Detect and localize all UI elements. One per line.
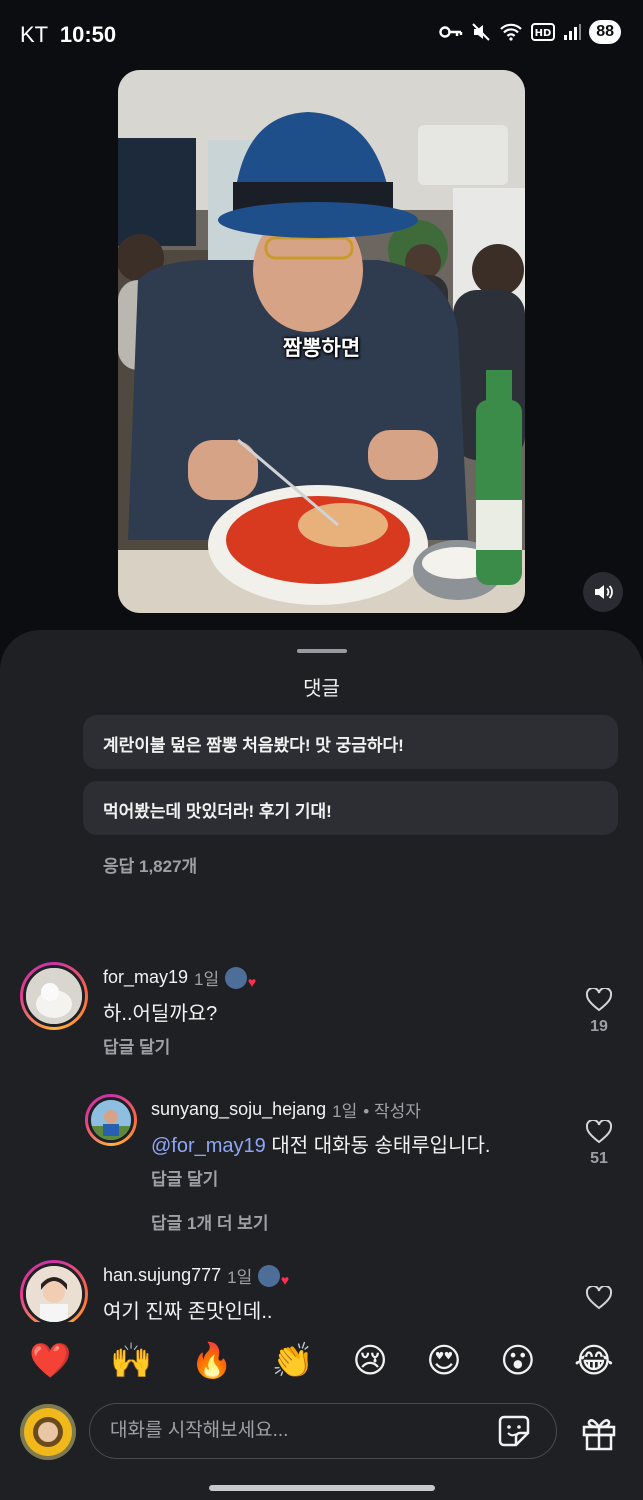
sunflower-avatar-image — [20, 1404, 76, 1460]
status-bar: KT 10:50 HD 88 — [0, 0, 643, 70]
comment-input-wrapper — [89, 1403, 557, 1459]
sheet-drag-handle[interactable] — [297, 649, 347, 653]
comment-text: @for_may19 대전 대화동 송태루입니다. — [151, 1129, 490, 1158]
comment-age: 1일 — [194, 970, 220, 989]
reply-button[interactable]: 답글 달기 — [151, 1165, 218, 1190]
heart-outline-icon[interactable] — [586, 988, 612, 1012]
heart-icon: ♥ — [280, 1271, 290, 1288]
like-count: 19 — [590, 1018, 608, 1035]
emoji-raised-hands-button[interactable]: 🙌 — [110, 1344, 152, 1378]
comment-username[interactable]: for_may19 — [103, 967, 188, 988]
video-player[interactable]: 짬뽕하면 — [118, 70, 525, 613]
comment-username[interactable]: sunyang_soju_hejang — [151, 1099, 326, 1120]
emoji-reaction-bar: ❤️ 🙌 🔥 👏 😢 😍 😮 😂 — [0, 1322, 643, 1400]
emoji-heart-eyes-button[interactable]: 😍 — [426, 1344, 461, 1378]
sticker-icon[interactable] — [496, 1413, 532, 1449]
like-group: 51 — [579, 1120, 619, 1168]
carrier-label: KT — [20, 22, 48, 47]
avatar-image — [26, 968, 82, 1024]
comment-text: 여기 진짜 존맛인데.. — [103, 1301, 273, 1323]
view-more-replies-button[interactable]: 답글 1개 더 보기 — [151, 1209, 268, 1234]
avatar-image — [26, 1266, 82, 1322]
svg-text:HD: HD — [535, 28, 552, 39]
speaker-icon — [595, 585, 613, 599]
creator-liked-badge: ♥ — [258, 1264, 289, 1287]
comment-header: sunyang_soju_hejang 1일 • 작성자 — [151, 1097, 421, 1122]
comment-header: han.sujung777 1일 ♥ — [103, 1263, 289, 1288]
emoji-fire-button[interactable]: 🔥 — [191, 1344, 233, 1378]
comment-composer — [0, 1400, 643, 1470]
video-caption: 짬뽕하면 — [282, 337, 361, 360]
avatar[interactable] — [20, 962, 88, 1030]
status-icons: HD 88 — [439, 20, 621, 44]
my-avatar — [20, 1404, 76, 1460]
like-group — [579, 1286, 619, 1310]
sheet-title: 댓글 — [303, 678, 340, 700]
battery-indicator: 88 — [589, 20, 621, 44]
emoji-crying-button[interactable]: 😢 — [352, 1344, 387, 1378]
system-nav-bar — [0, 1470, 643, 1500]
status-carrier: KT 10:50 — [20, 22, 116, 48]
comment-username[interactable]: han.sujung777 — [103, 1265, 221, 1286]
comment-age: 1일 — [332, 1102, 358, 1121]
like-group: 19 — [579, 988, 619, 1036]
status-time: 10:50 — [59, 22, 117, 47]
replies-count-link[interactable]: 응답 1,827개 — [103, 852, 197, 877]
pinned-reply-bubble[interactable]: 먹어봤는데 맛있더라! 후기 기대! — [83, 781, 618, 835]
comment-text: 하..어딜까요? — [103, 1003, 218, 1025]
emoji-heart-button[interactable]: ❤️ — [29, 1344, 71, 1378]
home-gesture-handle[interactable] — [209, 1485, 435, 1491]
emoji-laughing-button[interactable]: 😂 — [574, 1344, 614, 1378]
heart-outline-icon[interactable] — [586, 1120, 612, 1144]
avatar[interactable] — [85, 1094, 137, 1146]
hd-voice-icon: HD — [531, 23, 556, 41]
sound-toggle-button[interactable] — [583, 572, 623, 612]
comment-age: 1일 — [227, 1268, 253, 1287]
heart-outline-icon[interactable] — [586, 1286, 612, 1310]
avatar-image — [91, 1100, 131, 1140]
mute-icon — [472, 23, 490, 41]
pinned-reply-bubble[interactable]: 계란이불 덮은 짬뽕 처음봤다! 맛 궁금하다! — [83, 715, 618, 769]
comment-body: 대전 대화동 송태루입니다. — [265, 1135, 491, 1157]
avatar[interactable] — [20, 1260, 88, 1328]
emoji-clap-button[interactable]: 👏 — [272, 1344, 314, 1378]
reply-button[interactable]: 답글 달기 — [103, 1033, 170, 1058]
creator-liked-badge: ♥ — [225, 966, 256, 989]
mention-link[interactable]: @for_may19 — [151, 1135, 266, 1157]
emoji-surprised-button[interactable]: 😮 — [500, 1344, 535, 1378]
heart-icon: ♥ — [247, 973, 257, 990]
author-badge: • 작성자 — [363, 1102, 421, 1121]
wifi-icon — [500, 23, 522, 41]
vpn-key-icon — [439, 26, 463, 38]
like-count: 51 — [590, 1150, 608, 1167]
gift-icon[interactable] — [580, 1414, 618, 1452]
comment-header: for_may19 1일 ♥ — [103, 965, 256, 990]
comment-input[interactable] — [110, 1404, 490, 1458]
signal-icon — [564, 24, 582, 40]
